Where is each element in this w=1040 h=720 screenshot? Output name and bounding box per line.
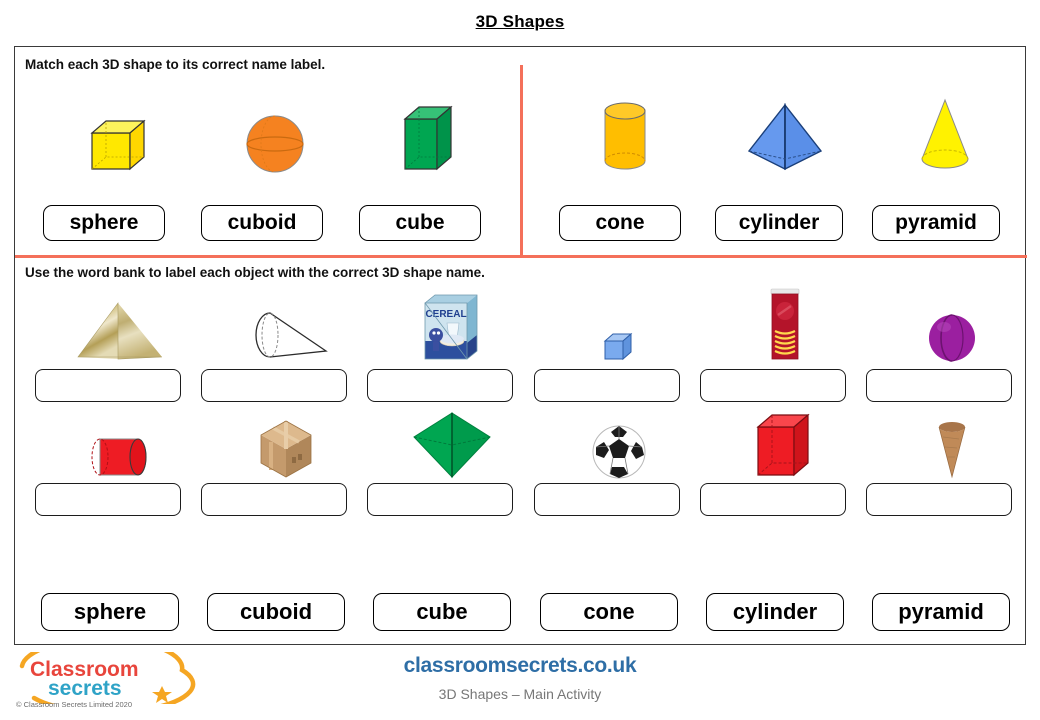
cereal-box-icon: CEREAL bbox=[424, 294, 478, 360]
section1-instruction: Match each 3D shape to its correct name … bbox=[25, 57, 326, 72]
shape-cell-pyramid-blue bbox=[730, 89, 840, 175]
object-cell-football bbox=[554, 419, 684, 481]
green-pyramid-icon bbox=[413, 412, 491, 479]
shape-cell-cube-yellow bbox=[65, 95, 175, 175]
answer-box[interactable] bbox=[367, 369, 513, 402]
cardboard-box-icon bbox=[260, 420, 312, 478]
answer-box[interactable] bbox=[866, 369, 1012, 402]
horizontal-divider bbox=[15, 255, 1027, 258]
shape-cell-cuboid-green bbox=[375, 89, 485, 175]
object-cell-green-pyramid bbox=[387, 409, 517, 481]
paper-cone-icon bbox=[255, 312, 328, 358]
word-bank-text: cuboid bbox=[239, 599, 313, 624]
answer-box[interactable] bbox=[367, 483, 513, 516]
word-bank-pyramid[interactable]: pyramid bbox=[872, 593, 1010, 631]
svg-text:CEREAL: CEREAL bbox=[425, 309, 466, 320]
cone-yellow-icon bbox=[921, 98, 969, 169]
shape-cell-cone-yellow bbox=[890, 89, 1000, 175]
object-cell-ice-cream-cone bbox=[887, 411, 1017, 481]
answer-box[interactable] bbox=[35, 483, 181, 516]
word-bank-text: cone bbox=[583, 599, 635, 624]
answer-box[interactable] bbox=[201, 483, 347, 516]
label-pill-text: sphere bbox=[69, 211, 139, 234]
blue-dice-cube-icon bbox=[603, 332, 633, 361]
answer-box[interactable] bbox=[201, 369, 347, 402]
word-bank-cube[interactable]: cube bbox=[373, 593, 511, 631]
purple-ball-icon bbox=[929, 314, 975, 362]
red-cylinder-icon bbox=[91, 438, 147, 476]
label-pill-text: cylinder bbox=[738, 211, 820, 234]
label-pill-text: pyramid bbox=[895, 211, 977, 234]
label-pill-sphere[interactable]: sphere bbox=[43, 205, 165, 241]
object-cell-red-cuboid bbox=[720, 409, 850, 481]
label-pill-cylinder[interactable]: cylinder bbox=[715, 205, 843, 241]
site-url: classroomsecrets.co.uk bbox=[403, 654, 637, 677]
word-bank-text: cylinder bbox=[732, 599, 818, 624]
word-bank-cylinder[interactable]: cylinder bbox=[706, 593, 844, 631]
answer-box[interactable] bbox=[700, 369, 846, 402]
pyramid-blue-icon bbox=[747, 102, 823, 171]
cylinder-orange-icon bbox=[604, 102, 646, 170]
object-cell-cardboard-box bbox=[221, 411, 351, 481]
shape-cell-sphere-orange bbox=[220, 95, 330, 175]
word-bank-text: cube bbox=[416, 599, 468, 624]
answer-box[interactable] bbox=[866, 483, 1012, 516]
stone-pyramid-icon bbox=[77, 302, 163, 360]
label-pill-text: cone bbox=[595, 211, 645, 234]
answer-box[interactable] bbox=[534, 369, 680, 402]
object-cell-crisps-tube bbox=[720, 287, 850, 363]
label-pill-cone[interactable]: cone bbox=[559, 205, 681, 241]
cube-yellow-icon bbox=[90, 119, 146, 171]
label-pill-text: cube bbox=[395, 211, 445, 234]
word-bank-text: sphere bbox=[73, 599, 147, 624]
word-bank-text: pyramid bbox=[898, 599, 984, 624]
word-bank-cuboid[interactable]: cuboid bbox=[207, 593, 345, 631]
cuboid-green-icon bbox=[403, 105, 453, 171]
label-pill-cuboid[interactable]: cuboid bbox=[201, 205, 323, 241]
ice-cream-cone-icon bbox=[938, 422, 966, 479]
worksheet-container: Match each 3D shape to its correct name … bbox=[14, 46, 1027, 645]
object-cell-paper-cone bbox=[221, 301, 351, 363]
vertical-divider bbox=[520, 65, 523, 257]
footer-subtitle: 3D Shapes – Main Activity bbox=[438, 686, 602, 702]
label-pill-text: cuboid bbox=[227, 211, 297, 234]
object-cell-stone-pyramid bbox=[55, 297, 185, 363]
label-pill-pyramid[interactable]: pyramid bbox=[872, 205, 1000, 241]
object-cell-red-cylinder bbox=[55, 419, 185, 481]
object-cell-blue-dice-cube bbox=[554, 327, 684, 363]
shape-cell-cylinder-orange bbox=[570, 89, 680, 175]
label-pill-cube[interactable]: cube bbox=[359, 205, 481, 241]
sphere-orange-icon bbox=[246, 115, 304, 173]
object-cell-purple-ball bbox=[887, 309, 1017, 363]
answer-box[interactable] bbox=[700, 483, 846, 516]
crisps-tube-icon bbox=[770, 288, 800, 360]
football-icon bbox=[592, 425, 646, 479]
answer-box[interactable] bbox=[35, 369, 181, 402]
object-cell-cereal-box: CEREAL bbox=[387, 291, 517, 363]
answer-box[interactable] bbox=[534, 483, 680, 516]
page-footer: Classroom secrets © Classroom Secrets Li… bbox=[0, 648, 1040, 720]
page-title: 3D Shapes bbox=[475, 12, 565, 31]
word-bank-cone[interactable]: cone bbox=[540, 593, 678, 631]
word-bank-sphere[interactable]: sphere bbox=[41, 593, 179, 631]
red-cuboid-icon bbox=[756, 413, 810, 477]
section2-instruction: Use the word bank to label each object w… bbox=[25, 265, 485, 280]
